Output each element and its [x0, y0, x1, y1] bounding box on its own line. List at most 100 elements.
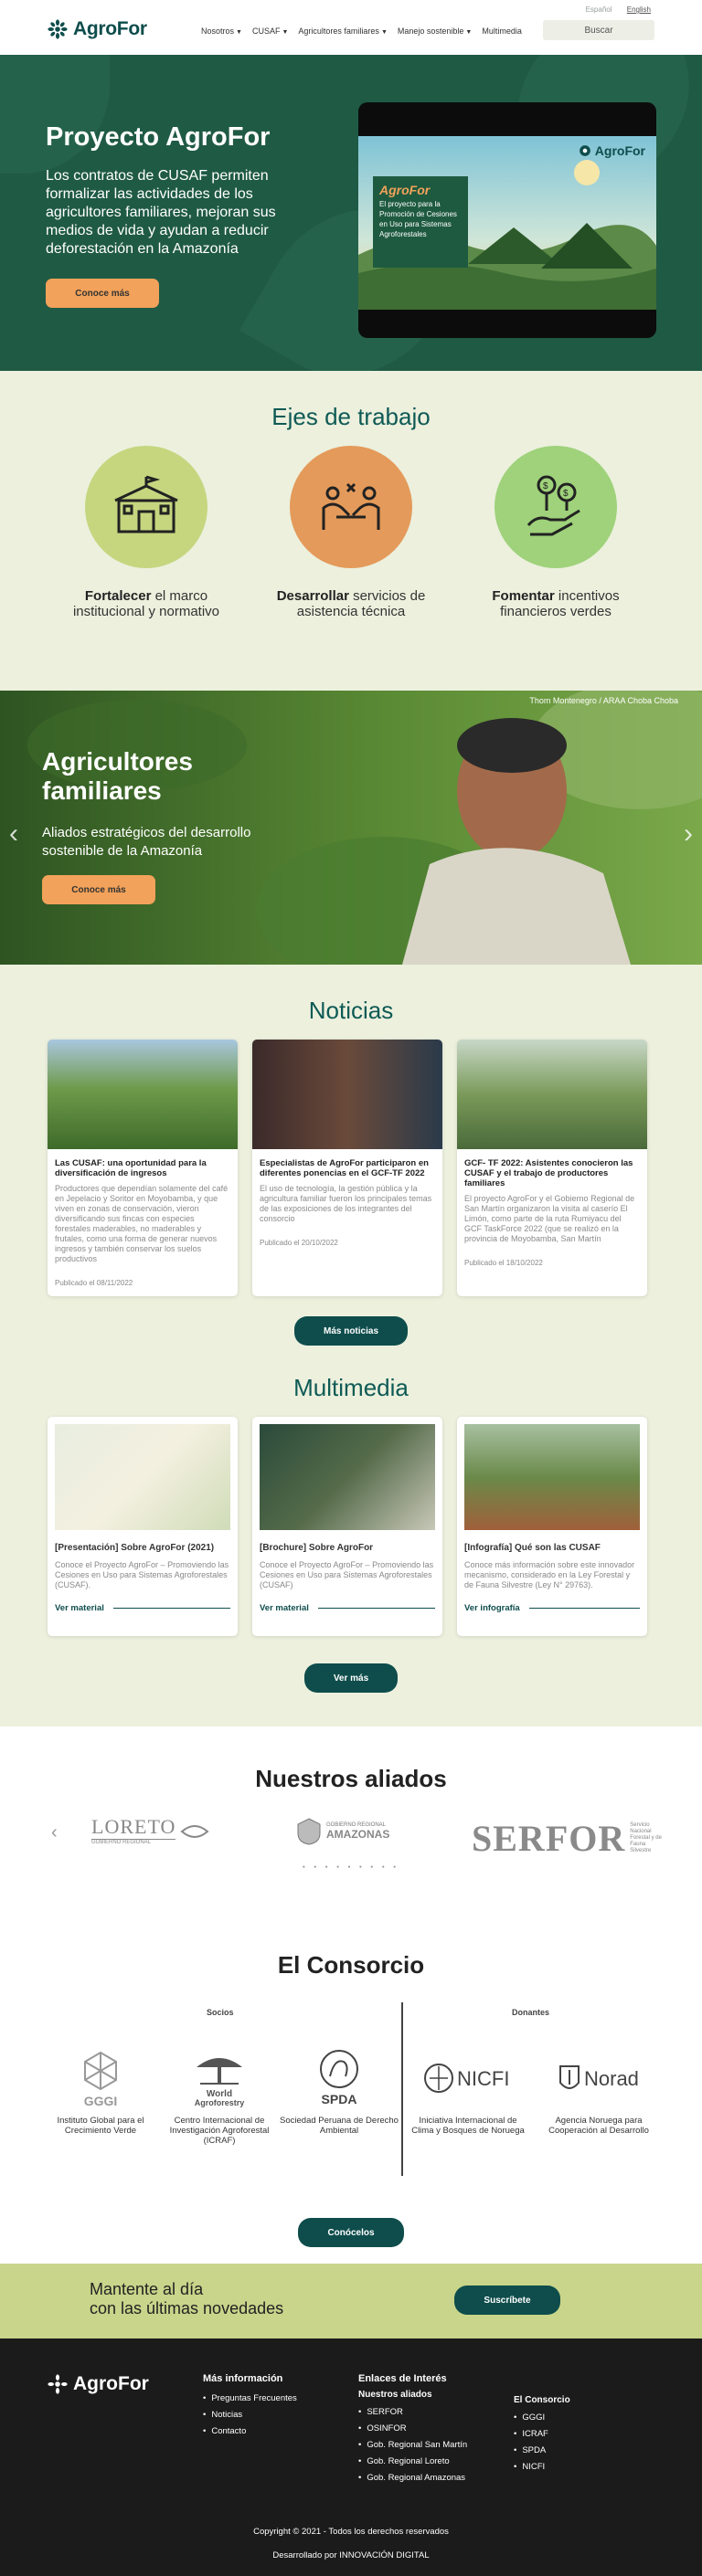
- news-desc: El uso de tecnología, la gestión pública…: [260, 1184, 432, 1223]
- donantes-label: Donantes: [512, 2008, 550, 2017]
- chevron-down-icon: ▼: [282, 29, 289, 36]
- footer-link[interactable]: Contacto: [203, 2426, 297, 2436]
- hero-cta-button[interactable]: Conoce más: [46, 279, 159, 308]
- footer-link[interactable]: GGGI: [514, 2412, 570, 2423]
- nav-multimedia[interactable]: Multimedia: [482, 26, 522, 36]
- chevron-left-icon[interactable]: ‹: [9, 818, 18, 850]
- news-image: [252, 1040, 442, 1149]
- org-norad[interactable]: Norad Agencia Noruega para Cooperación a…: [539, 2046, 658, 2136]
- footer-links-title: Enlaces de Interés: [358, 2373, 447, 2384]
- org-icraf[interactable]: World Agroforestry Centro Internacional d…: [160, 2046, 279, 2146]
- footer-link[interactable]: Preguntas Frecuentes: [203, 2393, 296, 2403]
- amazonas-emblem-icon: [297, 1818, 321, 1845]
- org-name: Sociedad Peruana de Derecho Ambiental: [280, 2116, 399, 2136]
- multimedia-card[interactable]: [Brochure] Sobre AgroFor Conoce el Proye…: [252, 1417, 442, 1636]
- footer-link[interactable]: ICRAF: [514, 2429, 570, 2439]
- ejes-section: Ejes de trabajo Fortalecer el marco inst…: [0, 371, 702, 691]
- footer-link[interactable]: Gob. Regional Loreto: [358, 2456, 467, 2466]
- org-spda[interactable]: SPDA Sociedad Peruana de Derecho Ambient…: [280, 2046, 399, 2136]
- lang-es[interactable]: Español: [586, 5, 612, 14]
- developer-credit: Desarrollado por INNOVACIÓN DIGITAL: [272, 2550, 430, 2560]
- news-title[interactable]: Especialistas de AgroFor participaron en…: [260, 1158, 435, 1178]
- footer-logo[interactable]: AgroFor: [48, 2373, 149, 2395]
- finance-icon: $ $: [526, 475, 580, 536]
- multimedia-desc: Conoce el Proyecto AgroFor – Promoviendo…: [260, 1560, 434, 1589]
- agrofor-logo-icon: [48, 19, 68, 39]
- footer-link[interactable]: NICFI: [514, 2462, 570, 2472]
- multimedia-title: [Brochure] Sobre AgroFor: [260, 1543, 374, 1553]
- newsletter-line2: con las últimas novedades: [90, 2299, 284, 2317]
- link-text: Ver material: [260, 1603, 309, 1613]
- footer-consorcio-title: El Consorcio: [514, 2395, 570, 2405]
- norad-logo-icon: Norad: [539, 2046, 658, 2110]
- footer-logo-text: AgroFor: [73, 2373, 149, 2394]
- copyright: Copyright © 2021 - Todos los derechos re…: [253, 2527, 449, 2537]
- multimedia-title: [Infografía] Qué son las CUSAF: [464, 1543, 601, 1553]
- section-title: Multimedia: [293, 1374, 409, 1401]
- search-input[interactable]: Buscar: [543, 20, 654, 40]
- news-card[interactable]: Especialistas de AgroFor participaron en…: [252, 1040, 442, 1296]
- news-card[interactable]: GCF- TF 2022: Asistentes conocieron las …: [457, 1040, 647, 1296]
- svg-text:$: $: [543, 481, 548, 491]
- news-title[interactable]: Las CUSAF: una oportunidad para la diver…: [55, 1158, 230, 1178]
- nicfi-text: NICFI: [457, 2067, 509, 2090]
- view-infographic-link[interactable]: Ver infografía: [464, 1603, 640, 1613]
- news-card[interactable]: Las CUSAF: una oportunidad para la diver…: [48, 1040, 238, 1296]
- more-news-button[interactable]: Más noticias: [294, 1316, 408, 1346]
- loreto-logo: LORETO GOBIERNO REGIONAL: [91, 1817, 209, 1845]
- link-line: [317, 1608, 435, 1609]
- org-nicfi[interactable]: NICFI Iniciativa Internacional de Clima …: [409, 2046, 527, 2136]
- video-player[interactable]: AgroFor AgroFor El proyecto para la Prom…: [358, 102, 656, 338]
- amazonas-name: AMAZONAS: [326, 1828, 390, 1841]
- footer-link[interactable]: SPDA: [514, 2445, 570, 2455]
- view-material-link[interactable]: Ver material: [260, 1603, 435, 1613]
- header: Español English AgroFor Nosotros ▼ CUSAF…: [0, 0, 702, 55]
- loreto-emblem-icon: [180, 1824, 209, 1838]
- site-logo[interactable]: AgroFor: [48, 18, 147, 40]
- meet-them-button[interactable]: Conócelos: [298, 2218, 404, 2247]
- page: Español English AgroFor Nosotros ▼ CUSAF…: [0, 0, 702, 2576]
- footer-link[interactable]: Gob. Regional San Martín: [358, 2440, 467, 2450]
- footer-link[interactable]: OSINFOR: [358, 2423, 467, 2433]
- org-gggi[interactable]: GGGI Instituto Global para el Crecimient…: [41, 2046, 160, 2136]
- news-title[interactable]: GCF- TF 2022: Asistentes conocieron las …: [464, 1158, 640, 1188]
- search-placeholder: Buscar: [584, 25, 613, 36]
- multimedia-desc: Conoce el Proyecto AgroFor – Promoviendo…: [55, 1560, 229, 1589]
- agrofor-logo-icon: [48, 2374, 68, 2394]
- nav-cusaf[interactable]: CUSAF ▼: [252, 26, 288, 36]
- footer-link[interactable]: Noticias: [203, 2410, 297, 2420]
- spda-logo-icon: SPDA: [280, 2046, 399, 2110]
- eje-circle: [85, 446, 207, 568]
- icraf-text: Agroforestry: [195, 2098, 245, 2107]
- carousel-dots[interactable]: ● ● ● ● ● ● ● ● ●: [0, 1864, 702, 1870]
- chevron-right-icon[interactable]: ›: [684, 818, 693, 850]
- footer-link[interactable]: Gob. Regional Amazonas: [358, 2473, 467, 2483]
- news-desc: El proyecto AgroFor y el Gobierno Region…: [464, 1194, 635, 1243]
- world-agroforestry-logo-icon: World Agroforestry: [160, 2046, 279, 2110]
- chevron-left-icon[interactable]: ‹: [51, 1822, 58, 1843]
- see-more-button[interactable]: Ver más: [304, 1663, 398, 1693]
- consortium-section: El Consorcio Socios Donantes GGGI Instit…: [0, 1951, 702, 2264]
- news-list: Las CUSAF: una oportunidad para la diver…: [0, 1040, 702, 1296]
- eje-item: Desarrollar servicios de asistencia técn…: [276, 446, 426, 619]
- nav-nosotros[interactable]: Nosotros ▼: [201, 26, 242, 36]
- subscribe-button[interactable]: Suscríbete: [454, 2286, 560, 2315]
- nav-manejo[interactable]: Manejo sostenible ▼: [398, 26, 472, 36]
- logo-text: AgroFor: [73, 18, 147, 39]
- loreto-sub: GOBIERNO REGIONAL: [91, 1839, 176, 1845]
- news-date: Publicado el 20/10/2022: [260, 1239, 338, 1247]
- video-logo-text: AgroFor: [594, 143, 645, 158]
- multimedia-card[interactable]: [Infografía] Qué son las CUSAF Conoce má…: [457, 1417, 647, 1636]
- footer-info-title: Más información: [203, 2373, 283, 2384]
- multimedia-card[interactable]: [Presentación] Sobre AgroFor (2021) Cono…: [48, 1417, 238, 1636]
- lang-en[interactable]: English: [627, 5, 651, 14]
- footer-info-column: Más información Preguntas Frecuentes Not…: [203, 2373, 297, 2443]
- eje-text: Desarrollar servicios de asistencia técn…: [276, 588, 426, 619]
- agrofor-logo-icon: [579, 145, 590, 156]
- footer-link[interactable]: SERFOR: [358, 2407, 467, 2417]
- banner-cta-button[interactable]: Conoce más: [42, 875, 155, 904]
- nav-agricultores[interactable]: Agricultores familiares ▼: [298, 26, 387, 36]
- view-material-link[interactable]: Ver material: [55, 1603, 230, 1613]
- news-date: Publicado el 18/10/2022: [464, 1259, 543, 1267]
- nicfi-logo-icon: NICFI: [409, 2046, 527, 2110]
